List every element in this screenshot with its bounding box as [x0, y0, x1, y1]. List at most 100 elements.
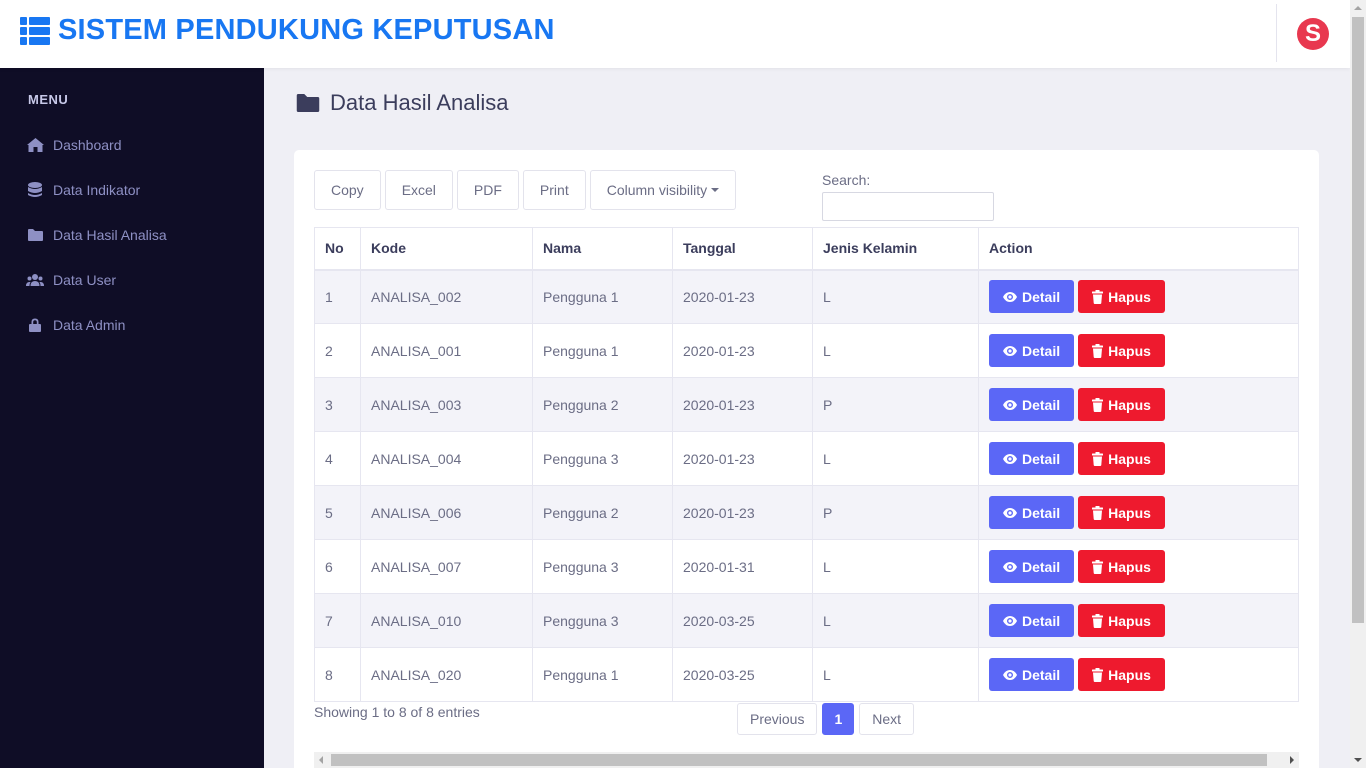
column-header-tanggal[interactable]: Tanggal [672, 227, 813, 271]
hapus-button[interactable]: Hapus [1078, 334, 1165, 367]
sidebar-item-data-indikator[interactable]: Data Indikator [26, 178, 140, 202]
column-header-no[interactable]: No [314, 227, 361, 271]
trash-icon [1092, 505, 1104, 520]
user-avatar[interactable]: S [1297, 18, 1329, 50]
cell-kode: ANALISA_020 [360, 647, 533, 702]
detail-label: Detail [1022, 396, 1061, 413]
menu-heading: MENU [28, 92, 69, 107]
page-title-text: Data Hasil Analisa [330, 90, 509, 115]
cell-kode: ANALISA_010 [360, 593, 533, 648]
list-icon [20, 16, 50, 45]
export-buttons: Copy Excel PDF Print Column visibility [314, 170, 740, 210]
hapus-button[interactable]: Hapus [1078, 658, 1165, 691]
detail-label: Detail [1022, 450, 1061, 467]
sidebar-item-dashboard[interactable]: Dashboard [26, 133, 122, 157]
table-row: 5 ANALISA_006 Pengguna 2 2020-01-23 P Detail H… [314, 485, 1299, 540]
cell-jenis-kelamin: P [812, 485, 979, 540]
cell-kode: ANALISA_001 [360, 323, 533, 378]
eye-icon [1003, 615, 1017, 626]
cell-nama: Pengguna 3 [532, 539, 673, 594]
cell-jenis-kelamin: L [812, 323, 979, 378]
sidebar-item-data-admin[interactable]: Data Admin [26, 313, 125, 337]
sidebar-item-label: Dashboard [53, 137, 122, 153]
detail-button[interactable]: Detail [989, 442, 1075, 475]
cell-no: 2 [314, 323, 361, 378]
hapus-label: Hapus [1108, 558, 1151, 575]
search-input[interactable] [822, 192, 994, 221]
detail-button[interactable]: Detail [989, 658, 1075, 691]
cell-no: 5 [314, 485, 361, 540]
sidebar-item-data-user[interactable]: Data User [26, 268, 116, 292]
home-icon [26, 137, 44, 153]
print-button[interactable]: Print [522, 170, 586, 210]
sidebar-item-label: Data Hasil Analisa [53, 227, 167, 243]
scroll-right-icon[interactable] [1290, 756, 1294, 764]
cell-action: Detail Hapus [978, 431, 1299, 486]
hapus-label: Hapus [1108, 342, 1151, 359]
eye-icon [1003, 345, 1017, 356]
cell-jenis-kelamin: L [812, 431, 979, 486]
detail-button[interactable]: Detail [989, 604, 1075, 637]
detail-button[interactable]: Detail [989, 388, 1075, 421]
trash-icon [1092, 343, 1104, 358]
page-1-button[interactable]: 1 [822, 703, 855, 735]
column-visibility-button[interactable]: Column visibility [589, 170, 737, 210]
column-header-nama[interactable]: Nama [532, 227, 673, 271]
copy-button[interactable]: Copy [314, 170, 381, 210]
hapus-button[interactable]: Hapus [1078, 388, 1165, 421]
horizontal-scroll-thumb[interactable] [331, 754, 1267, 766]
cell-nama: Pengguna 2 [532, 485, 673, 540]
eye-icon [1003, 453, 1017, 464]
cell-nama: Pengguna 3 [532, 593, 673, 648]
users-icon [26, 272, 44, 288]
hapus-label: Hapus [1108, 666, 1151, 683]
scroll-down-icon[interactable] [1354, 758, 1362, 762]
pdf-button[interactable]: PDF [456, 170, 519, 210]
topbar-divider [1276, 4, 1277, 62]
cell-kode: ANALISA_007 [360, 539, 533, 594]
brand[interactable]: SISTEM PENDUKUNG KEPUTUSAN [20, 14, 555, 47]
cell-nama: Pengguna 3 [532, 431, 673, 486]
detail-button[interactable]: Detail [989, 280, 1075, 314]
excel-button[interactable]: Excel [384, 170, 453, 210]
sidebar-item-data-hasil-analisa[interactable]: Data Hasil Analisa [26, 223, 167, 247]
hapus-button[interactable]: Hapus [1078, 604, 1165, 637]
cell-jenis-kelamin: L [812, 593, 979, 648]
next-page-button[interactable]: Next [859, 703, 915, 735]
table-header-row: No Kode Nama Tanggal Jenis Kelamin Actio… [314, 227, 1299, 271]
previous-page-button[interactable]: Previous [737, 703, 818, 735]
cell-tanggal: 2020-03-25 [672, 593, 813, 648]
eye-icon [1003, 507, 1017, 518]
cell-jenis-kelamin: P [812, 377, 979, 432]
vertical-scroll-thumb[interactable] [1352, 17, 1364, 623]
horizontal-scrollbar[interactable] [314, 752, 1299, 768]
sidebar-item-label: Data Indikator [53, 182, 141, 198]
trash-icon [1092, 289, 1104, 304]
detail-button[interactable]: Detail [989, 550, 1075, 583]
column-header-jenis-kelamin[interactable]: Jenis Kelamin [812, 227, 979, 271]
vertical-scrollbar[interactable] [1350, 0, 1366, 768]
table-info: Showing 1 to 8 of 8 entries [314, 704, 480, 720]
sidebar-item-label: Data User [53, 272, 117, 288]
cell-tanggal: 2020-01-23 [672, 269, 813, 324]
sidebar: MENU Dashboard Data Indikator Data Hasil… [0, 68, 264, 768]
cell-no: 8 [314, 647, 361, 702]
detail-button[interactable]: Detail [989, 496, 1075, 529]
column-header-action[interactable]: Action [978, 227, 1299, 271]
cell-nama: Pengguna 1 [532, 647, 673, 702]
cell-kode: ANALISA_004 [360, 431, 533, 486]
hapus-button[interactable]: Hapus [1078, 496, 1165, 529]
scroll-up-icon[interactable] [1354, 6, 1362, 10]
hapus-label: Hapus [1108, 450, 1151, 467]
hapus-button[interactable]: Hapus [1078, 280, 1165, 314]
column-header-kode[interactable]: Kode [360, 227, 533, 271]
detail-label: Detail [1022, 558, 1061, 575]
hapus-button[interactable]: Hapus [1078, 550, 1165, 583]
hapus-label: Hapus [1108, 612, 1151, 629]
cell-nama: Pengguna 2 [532, 377, 673, 432]
cell-jenis-kelamin: L [812, 269, 979, 324]
hapus-button[interactable]: Hapus [1078, 442, 1165, 475]
detail-button[interactable]: Detail [989, 334, 1075, 367]
scroll-left-icon[interactable] [319, 756, 323, 764]
cell-no: 6 [314, 539, 361, 594]
